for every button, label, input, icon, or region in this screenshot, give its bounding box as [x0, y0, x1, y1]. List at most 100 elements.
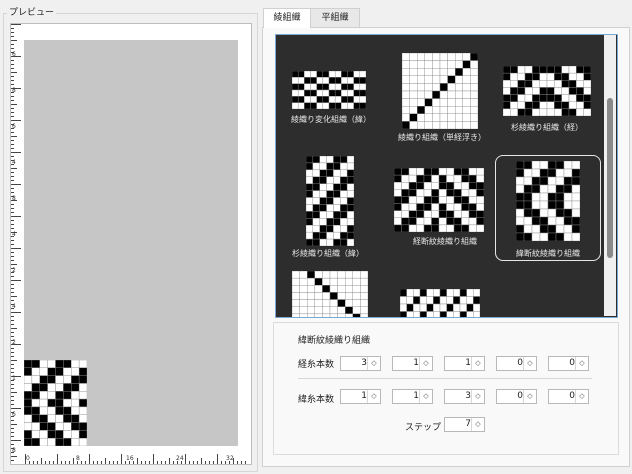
- weave-cell: [360, 271, 368, 279]
- weave-cell: [322, 102, 330, 109]
- weft-spinner-5[interactable]: 0 ◇: [548, 389, 589, 404]
- weave-cell: [333, 183, 341, 191]
- weave-cell: [353, 89, 361, 97]
- weave-card-partial[interactable]: [386, 285, 496, 317]
- step-spinner[interactable]: 7 ◇: [444, 417, 485, 432]
- weave-cell: [510, 80, 518, 88]
- weave-card-twill-single-warp[interactable]: 綾織り組織（単経浮き）: [386, 35, 496, 145]
- weave-cell: [31, 391, 40, 400]
- weave-cell: [532, 94, 540, 102]
- weave-card-herringbone-weft[interactable]: 杉綾織り組織（緯）: [276, 150, 386, 265]
- ruler-tick: [11, 264, 17, 265]
- ruler-label: 8: [12, 87, 16, 94]
- weave-cell: [316, 77, 324, 84]
- weave-card-twill-variation-weft[interactable]: 綾織り変化組織（緯）: [276, 35, 376, 135]
- weave-cell: [439, 60, 448, 69]
- spinner-arrows-icon[interactable]: ◇: [367, 390, 380, 403]
- weave-cell: [314, 313, 323, 317]
- weave-card-label: 経断紋綾織り組織: [413, 237, 477, 246]
- weave-cell: [524, 80, 533, 88]
- weave-cell: [306, 225, 314, 233]
- ruler-tick: [113, 461, 114, 464]
- weave-cell: [468, 189, 477, 197]
- weft-spinner-1[interactable]: 1 ◇: [340, 389, 381, 404]
- weave-cell: [447, 75, 456, 84]
- weave-cell: [531, 161, 541, 170]
- weave-cell: [400, 289, 407, 297]
- ruler-tick: [11, 148, 14, 149]
- spinner-arrows-icon[interactable]: ◇: [471, 418, 484, 431]
- weave-cell: [401, 189, 410, 197]
- weave-cell: [353, 83, 361, 91]
- ruler-tick: [217, 454, 218, 464]
- weave-cell: [319, 162, 327, 171]
- weave-cell: [468, 224, 477, 232]
- weave-cell: [314, 277, 323, 286]
- spinner-arrows-icon[interactable]: ◇: [471, 390, 484, 403]
- weave-cell: [329, 306, 338, 315]
- weave-cell: [346, 197, 354, 205]
- ruler-tick: [153, 454, 154, 464]
- spinner-arrows-icon[interactable]: ◇: [523, 390, 536, 403]
- tab-twill-weave[interactable]: 綾組織: [263, 8, 311, 28]
- weft-spinner-3[interactable]: 3 ◇: [444, 389, 485, 404]
- weave-cell: [416, 182, 425, 190]
- weave-gallery[interactable]: 綾織り変化組織（緯） 綾織り組織（単経浮き） 杉綾織り組織（経） 杉綾織り組織（…: [275, 34, 618, 318]
- spinner-arrows-icon[interactable]: ◇: [471, 357, 484, 370]
- weft-count-label: 緯糸本数: [298, 395, 335, 405]
- weave-cell: [447, 60, 456, 69]
- weave-cell: [63, 383, 72, 392]
- weave-cell: [439, 53, 448, 61]
- weave-cell: [539, 224, 549, 234]
- weave-cell: [554, 94, 562, 102]
- weave-cell: [409, 67, 418, 76]
- weft-spinner-2[interactable]: 1 ◇: [392, 389, 433, 404]
- weft-spinner-4[interactable]: 0 ◇: [496, 389, 537, 404]
- weave-card-partial[interactable]: [276, 267, 386, 317]
- weave-cell: [438, 210, 447, 218]
- spinner-arrows-icon[interactable]: ◇: [575, 357, 588, 370]
- weave-cell: [473, 289, 480, 297]
- warp-spinner-4[interactable]: 0 ◇: [496, 356, 537, 371]
- spinner-arrows-icon[interactable]: ◇: [523, 357, 536, 370]
- ruler-label: 6: [12, 51, 16, 58]
- weave-cell: [312, 231, 320, 240]
- weave-card-label: 綾織り変化組織（緯）: [291, 115, 371, 124]
- weave-cell: [439, 106, 448, 115]
- weave-cell: [423, 196, 432, 204]
- weave-cell: [306, 156, 314, 164]
- weave-cell: [353, 102, 361, 109]
- scrollbar-thumb[interactable]: [607, 98, 613, 258]
- weave-cell: [346, 211, 354, 219]
- weave-cell: [470, 113, 478, 122]
- weave-cell: [555, 168, 565, 178]
- weave-cell: [310, 89, 317, 97]
- weave-card-herringbone-warp[interactable]: 杉綾織り組織（経）: [501, 35, 611, 135]
- ruler-tick: [11, 292, 14, 293]
- spinner-arrows-icon[interactable]: ◇: [419, 390, 432, 403]
- ruler-tick: [11, 316, 14, 317]
- weave-cell: [539, 168, 549, 178]
- weave-cell: [347, 77, 354, 84]
- tab-plain-weave[interactable]: 平組織: [310, 8, 360, 28]
- weave-cell: [438, 217, 447, 226]
- weave-cell: [462, 53, 471, 61]
- weave-card-weft-broken-twill[interactable]: 緯断紋綾織り組織: [496, 155, 600, 259]
- weave-cell: [329, 277, 338, 286]
- weave-cell: [547, 168, 557, 178]
- weave-card-warp-broken-twill[interactable]: 経断紋綾織り組織: [386, 150, 496, 265]
- spinner-arrows-icon[interactable]: ◇: [575, 390, 588, 403]
- warp-spinner-2[interactable]: 1 ◇: [392, 356, 433, 371]
- divider: [298, 378, 592, 379]
- weave-cell: [455, 53, 464, 61]
- warp-spinner-5[interactable]: 0 ◇: [548, 356, 589, 371]
- weave-cell: [539, 208, 549, 218]
- weave-cell: [341, 71, 348, 78]
- weave-cell: [78, 430, 87, 439]
- warp-spinner-1[interactable]: 3 ◇: [340, 356, 381, 371]
- warp-spinner-3[interactable]: 1 ◇: [444, 356, 485, 371]
- weave-cell: [433, 311, 441, 317]
- spinner-arrows-icon[interactable]: ◇: [367, 357, 380, 370]
- spinner-arrows-icon[interactable]: ◇: [419, 357, 432, 370]
- weave-cell: [547, 161, 557, 170]
